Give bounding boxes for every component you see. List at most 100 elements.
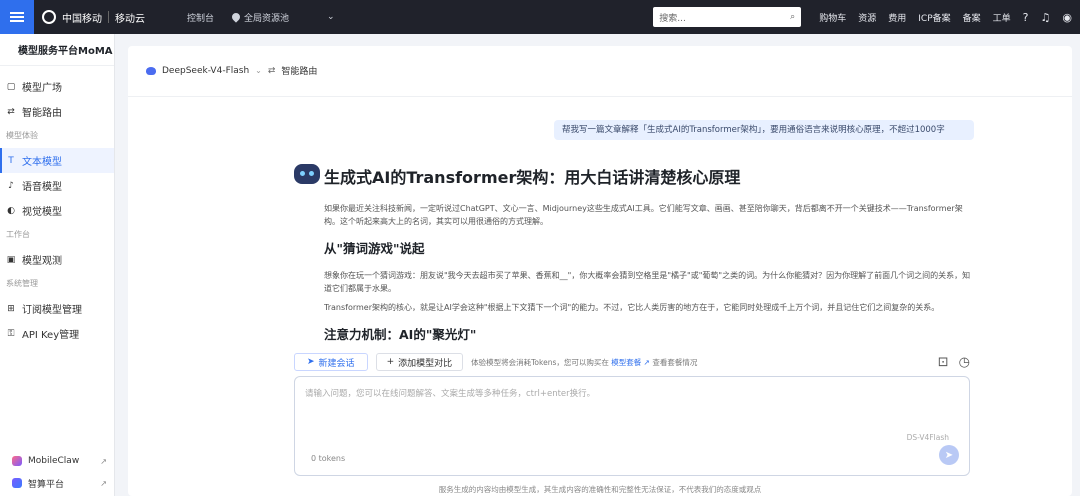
token-notice: 体验模型将会消耗Tokens，您可以购买在 模型套餐 ↗ 查看套餐情况	[471, 357, 697, 368]
answer-heading: 注意力机制：AI的"聚光灯"	[324, 327, 477, 342]
sidebar-item-label: 模型观测	[22, 256, 62, 267]
text-icon: T	[8, 155, 14, 166]
gift-icon[interactable]: ⊡	[938, 355, 949, 370]
header-divider	[128, 96, 1072, 97]
hamburger-menu-button[interactable]	[0, 0, 34, 34]
chat-toolbar: ➤ 新建会话 + 添加模型对比 体验模型将会消耗Tokens，您可以购买在 模型…	[294, 352, 970, 372]
sidebar-item-label: 文本模型	[22, 157, 62, 168]
external-link-icon: ↗	[100, 478, 107, 488]
resources-link[interactable]: 资源	[858, 11, 876, 24]
key-icon: ⚿	[7, 328, 15, 339]
answer-title: 生成式AI的Transformer架构：用大白话讲清楚核心原理	[324, 168, 741, 187]
box-icon: ▢	[6, 81, 16, 92]
sidebar-item-label: 订阅模型管理	[22, 305, 82, 316]
sidebar-item-model-square[interactable]: ▢ 模型广场	[0, 74, 114, 99]
console-link[interactable]: 控制台	[187, 11, 214, 24]
new-chat-label: 新建会话	[318, 358, 355, 369]
sidebar-group-workbench: 工作台	[6, 230, 30, 239]
chat-input[interactable]	[305, 387, 945, 427]
sidebar-item-label: 模型广场	[22, 83, 62, 94]
sidebar-item-api-key[interactable]: ⚿ API Key管理	[0, 321, 114, 346]
token-count: 0 tokens	[311, 454, 346, 463]
send-small-icon: ➤	[307, 357, 315, 367]
toolbar-actions: ⊡ ◷	[938, 355, 970, 370]
sidebar-item-smart-route[interactable]: ⇄ 智能路由	[0, 99, 114, 124]
model-selector[interactable]: DeepSeek-V4-Flash	[162, 66, 249, 76]
filing-link[interactable]: 备案	[963, 11, 981, 24]
paper-plane-icon: ➤	[944, 449, 954, 461]
user-avatar-icon[interactable]: ◉	[1062, 11, 1072, 24]
sidebar-item-label: 语音模型	[22, 182, 62, 193]
ticket-link[interactable]: 工单	[993, 11, 1011, 24]
token-notice-text: 体验模型将会消耗Tokens，您可以购买在	[471, 357, 609, 367]
top-navigation-bar: 中国移动 移动云 控制台 全局资源池 ⌄ 搜索... ⌕ 购物车 资源 费用 I…	[0, 0, 1080, 34]
history-icon[interactable]: ◷	[959, 355, 970, 370]
sidebar-link-mobileclaw[interactable]: MobileClaw ↗	[0, 450, 115, 472]
sidebar-link-compute-platform[interactable]: 智算平台 ↗	[0, 472, 115, 494]
notification-icon[interactable]: ♫	[1041, 11, 1051, 24]
route-label[interactable]: 智能路由	[281, 64, 317, 77]
add-model-label: 添加模型对比	[398, 358, 453, 369]
external-link-icon: ↗	[100, 456, 107, 466]
sidebar-link-label: MobileClaw	[28, 456, 80, 466]
location-pin-icon	[230, 11, 242, 23]
top-right-toolbar: 搜索... ⌕ 购物车 资源 费用 ICP备案 备案 工单 ? ♫ ◉	[653, 0, 1072, 34]
chat-main-panel: DeepSeek-V4-Flash ⌄ ⇄ 智能路由 帮我写一篇文章解释「生成式…	[128, 46, 1072, 496]
sidebar-group-experience: 模型体验	[6, 131, 38, 140]
global-search-input[interactable]: 搜索... ⌕	[653, 7, 802, 27]
package-link[interactable]: 模型套餐	[611, 358, 641, 367]
sidebar-item-label: 视觉模型	[22, 207, 62, 218]
region-selector[interactable]: 全局资源池 ⌄	[230, 11, 335, 24]
help-icon[interactable]: ?	[1023, 11, 1029, 24]
route-icon: ⇄	[267, 65, 276, 76]
region-label: 全局资源池	[244, 13, 290, 24]
brand-divider	[108, 11, 109, 23]
answer-heading: 从"猜词游戏"说起	[324, 241, 425, 256]
subscribe-icon: ⊞	[7, 303, 15, 314]
search-icon: ⌕	[790, 12, 796, 22]
new-chat-button[interactable]: ➤ 新建会话	[294, 353, 368, 371]
icp-link[interactable]: ICP备案	[918, 11, 950, 24]
mobileclaw-logo-icon	[12, 456, 22, 466]
sidebar-item-vision-model[interactable]: ◐ 视觉模型	[0, 198, 114, 223]
chevron-down-icon: ⌄	[327, 12, 335, 22]
sidebar-link-label: 智算平台	[28, 479, 65, 490]
china-mobile-logo-icon	[42, 10, 56, 24]
sidebar: 模型服务平台MoMA ▢ 模型广场 ⇄ 智能路由 模型体验 T 文本模型 ♪ 语…	[0, 34, 115, 496]
compute-platform-logo-icon	[12, 478, 22, 488]
billing-link[interactable]: 费用	[888, 11, 906, 24]
search-placeholder: 搜索...	[659, 13, 686, 24]
deepseek-logo-icon	[146, 66, 156, 75]
sidebar-item-label: 智能路由	[22, 108, 62, 119]
vision-icon: ◐	[7, 205, 15, 216]
plus-icon: +	[386, 357, 395, 367]
user-message-bubble: 帮我写一篇文章解释「生成式AI的Transformer架构」，要用通俗语言来说明…	[554, 120, 974, 140]
assistant-answer: 生成式AI的Transformer架构：用大白话讲清楚核心原理 如果你最近关注科…	[324, 164, 972, 344]
disclaimer-text: 服务生成的内容均由模型生成，其生成内容的准确性和完整性无法保证，不代表我们的态度…	[438, 485, 762, 494]
sidebar-item-model-monitor[interactable]: ▣ 模型观测	[0, 247, 114, 272]
sidebar-item-subscription[interactable]: ⊞ 订阅模型管理	[0, 296, 114, 321]
add-model-compare-button[interactable]: + 添加模型对比	[375, 353, 464, 371]
token-notice-tail: 查看套餐情况	[652, 357, 698, 367]
model-breadcrumb: DeepSeek-V4-Flash ⌄ ⇄ 智能路由	[146, 64, 317, 77]
assistant-avatar-icon	[294, 164, 320, 184]
voice-icon: ♪	[8, 180, 14, 191]
sidebar-item-text-model[interactable]: T 文本模型	[0, 148, 114, 173]
answer-paragraph: 如果你最近关注科技新闻，一定听说过ChatGPT、文心一言、Midjourney…	[324, 204, 963, 226]
brand-logo[interactable]: 中国移动 移动云	[42, 10, 145, 25]
sidebar-group-system: 系统管理	[6, 279, 38, 288]
sidebar-item-label: API Key管理	[22, 330, 80, 341]
platform-title: 模型服务平台MoMA	[0, 34, 114, 66]
model-tag: DS-V4Flash	[906, 433, 949, 442]
monitor-icon: ▣	[6, 254, 16, 265]
chat-input-box: DS-V4Flash 0 tokens ➤	[294, 376, 970, 476]
brand-name-primary: 中国移动	[62, 13, 102, 25]
cart-link[interactable]: 购物车	[819, 11, 846, 24]
route-icon: ⇄	[7, 106, 15, 117]
send-button[interactable]: ➤	[939, 445, 959, 465]
answer-paragraph: 想象你在玩一个猜词游戏：朋友说"我今天去超市买了苹果、香蕉和__"，你大概率会猜…	[324, 271, 971, 293]
external-link-icon: ↗	[643, 357, 650, 367]
chevron-down-icon[interactable]: ⌄	[255, 66, 262, 75]
sidebar-item-voice-model[interactable]: ♪ 语音模型	[0, 173, 114, 198]
answer-paragraph: Transformer架构的核心，就是让AI学会这种"根据上下文猜下一个词"的能…	[324, 303, 940, 312]
